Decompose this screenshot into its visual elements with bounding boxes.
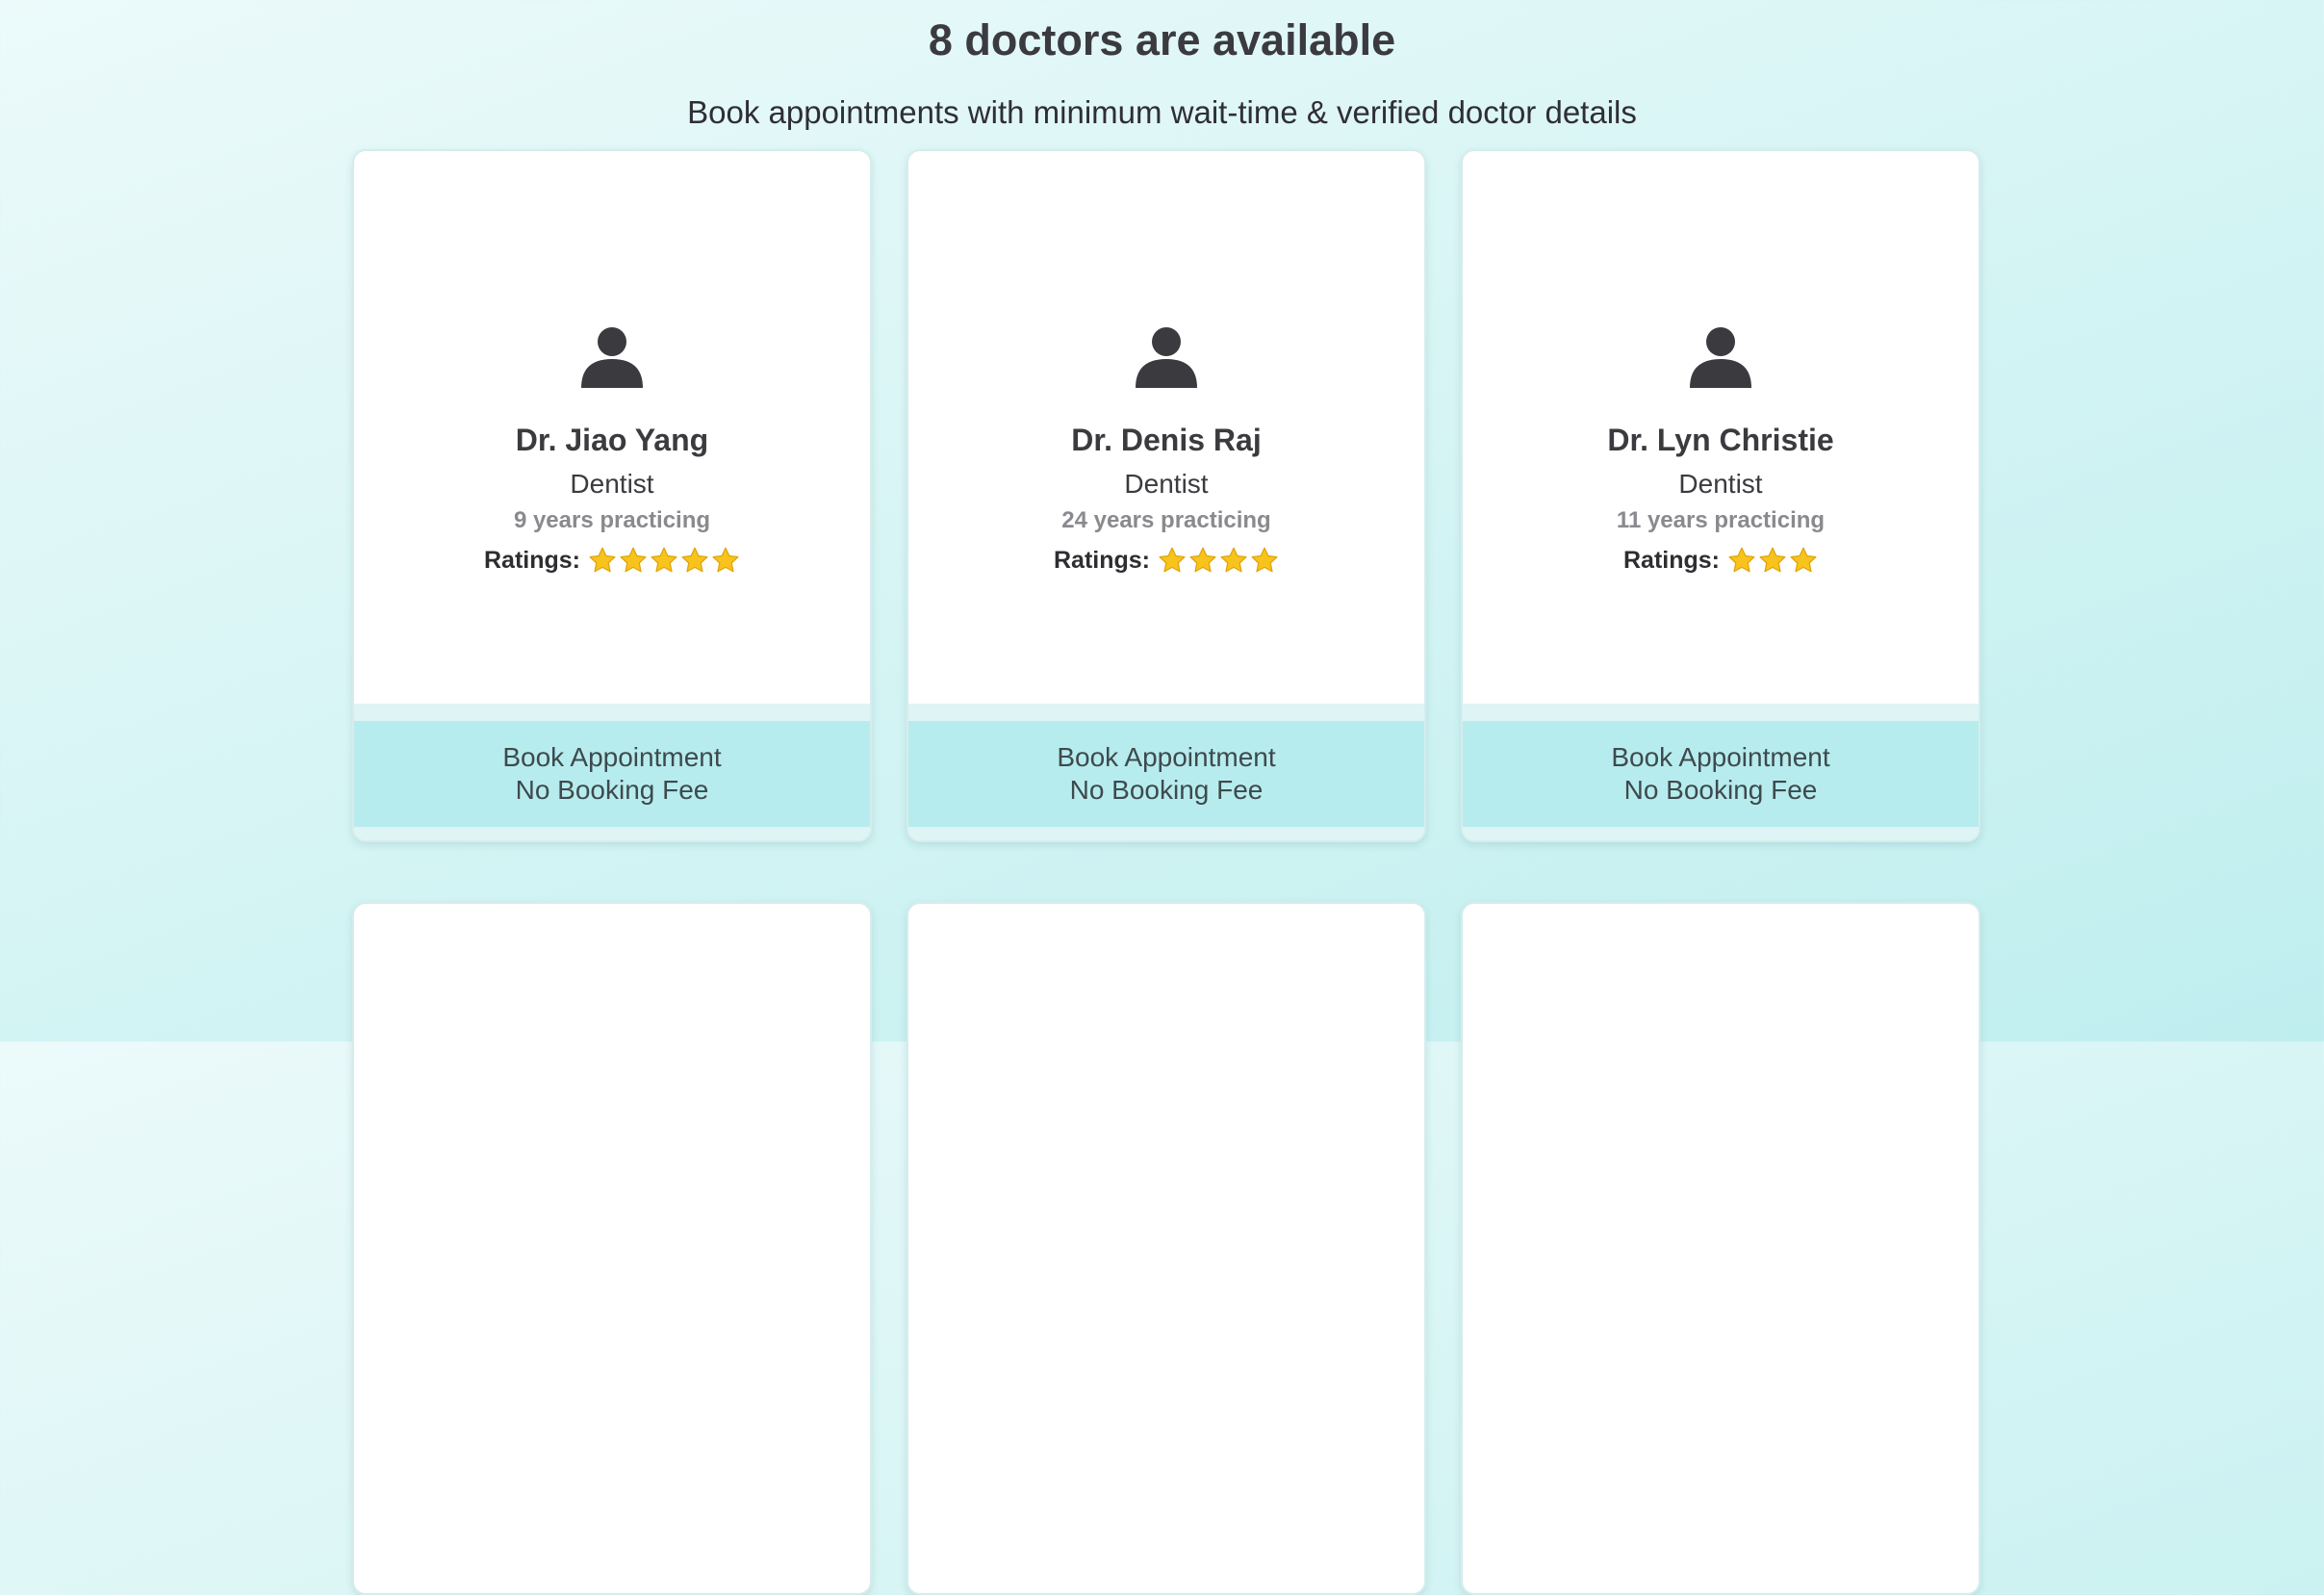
doctor-card-body: Dr. Denis Raj Dentist 24 years practicin… xyxy=(908,151,1424,704)
booking-fee-label: No Booking Fee xyxy=(1623,775,1818,805)
book-appointment-button[interactable]: Book Appointment No Booking Fee xyxy=(1463,721,1979,827)
ratings-label: Ratings: xyxy=(484,547,580,574)
doctor-card xyxy=(1461,902,1980,1595)
doctor-experience: 11 years practicing xyxy=(1616,507,1826,533)
doctor-card: Dr. Lyn Christie Dentist 11 years practi… xyxy=(1461,149,1980,842)
rating-stars xyxy=(588,546,740,575)
doctor-rating: Ratings: xyxy=(1054,542,1279,579)
page-title: 8 doctors are available xyxy=(928,15,1396,64)
star-icon xyxy=(1189,547,1216,573)
doctor-specialty: Dentist xyxy=(1678,469,1763,499)
doctor-card-body: Dr. Jiao Yang Dentist 9 years practicing… xyxy=(354,151,870,704)
user-icon xyxy=(1136,327,1197,388)
doctor-name: Dr. Jiao Yang xyxy=(515,423,709,457)
card-footer: Book Appointment No Booking Fee xyxy=(354,704,870,840)
rating-stars xyxy=(1158,546,1279,575)
doctor-card xyxy=(907,902,1426,1595)
doctor-card: Dr. Denis Raj Dentist 24 years practicin… xyxy=(907,149,1426,842)
book-appointment-label: Book Appointment xyxy=(1057,742,1276,772)
booking-fee-label: No Booking Fee xyxy=(515,775,709,805)
star-icon xyxy=(620,547,647,573)
card-footer: Book Appointment No Booking Fee xyxy=(1463,704,1979,840)
page-subtitle: Book appointments with minimum wait-time… xyxy=(687,94,1637,130)
star-icon xyxy=(1759,547,1786,573)
star-icon xyxy=(589,547,616,573)
doctor-experience: 9 years practicing xyxy=(513,507,711,533)
book-appointment-label: Book Appointment xyxy=(502,742,722,772)
doctor-rating: Ratings: xyxy=(1623,542,1818,579)
user-icon xyxy=(581,327,643,388)
card-footer: Book Appointment No Booking Fee xyxy=(908,704,1424,840)
doctor-card-body: Dr. Lyn Christie Dentist 11 years practi… xyxy=(1463,151,1979,704)
doctor-name: Dr. Denis Raj xyxy=(1071,423,1262,457)
star-icon xyxy=(1159,547,1186,573)
book-appointment-label: Book Appointment xyxy=(1611,742,1830,772)
star-icon xyxy=(1790,547,1817,573)
star-icon xyxy=(1251,547,1278,573)
book-appointment-button[interactable]: Book Appointment No Booking Fee xyxy=(908,721,1424,827)
star-icon xyxy=(681,547,708,573)
user-icon xyxy=(1690,327,1751,388)
rating-stars xyxy=(1727,546,1818,575)
doctor-specialty: Dentist xyxy=(570,469,654,499)
ratings-label: Ratings: xyxy=(1054,547,1150,574)
star-icon xyxy=(712,547,739,573)
book-appointment-button[interactable]: Book Appointment No Booking Fee xyxy=(354,721,870,827)
doctor-grid: Dr. Jiao Yang Dentist 9 years practicing… xyxy=(352,149,1980,1595)
star-icon xyxy=(1220,547,1247,573)
booking-fee-label: No Booking Fee xyxy=(1069,775,1264,805)
doctor-rating: Ratings: xyxy=(484,542,740,579)
doctor-card xyxy=(352,902,872,1595)
ratings-label: Ratings: xyxy=(1623,547,1720,574)
star-icon xyxy=(1728,547,1755,573)
star-icon xyxy=(651,547,677,573)
doctor-name: Dr. Lyn Christie xyxy=(1607,423,1834,457)
doctor-card: Dr. Jiao Yang Dentist 9 years practicing… xyxy=(352,149,872,842)
doctor-specialty: Dentist xyxy=(1124,469,1209,499)
doctor-experience: 24 years practicing xyxy=(1061,507,1271,533)
